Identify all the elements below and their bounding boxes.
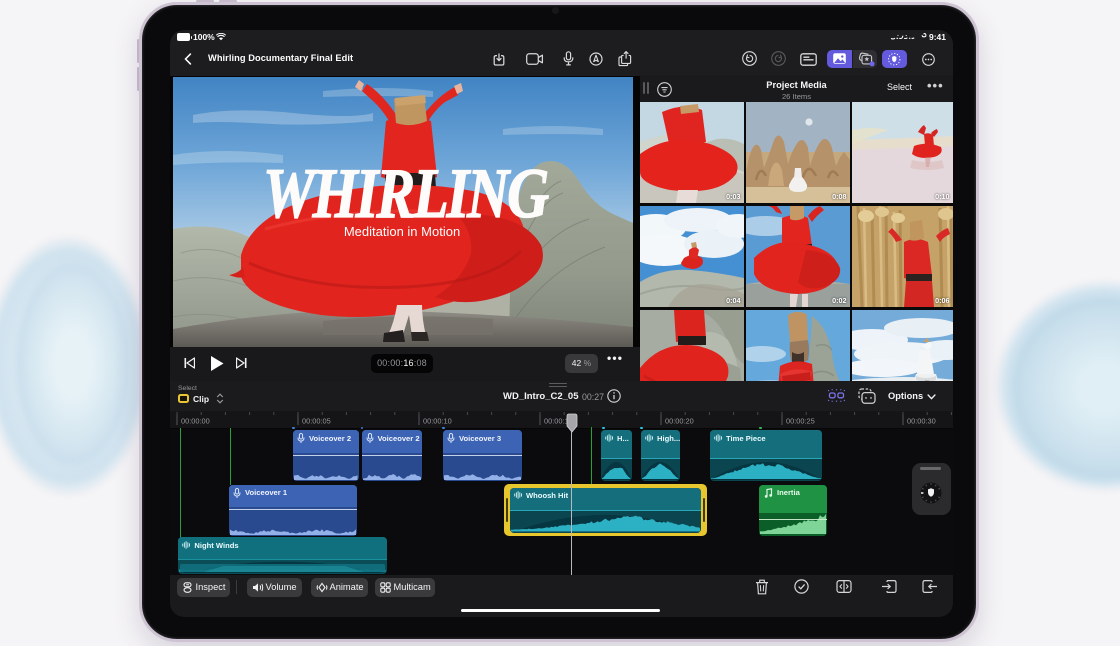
svg-text:00:00:05: 00:00:05	[302, 417, 331, 426]
svg-text:00:00:00: 00:00:00	[181, 417, 210, 426]
svg-text:00:00:25: 00:00:25	[786, 417, 815, 426]
svg-text:Meditation in Motion: Meditation in Motion	[344, 224, 460, 239]
svg-text:00:00:30: 00:00:30	[907, 417, 936, 426]
svg-text:00:00:10: 00:00:10	[423, 417, 452, 426]
svg-text:WHIRLING: WHIRLING	[263, 155, 549, 234]
svg-text:00:00:20: 00:00:20	[665, 417, 694, 426]
